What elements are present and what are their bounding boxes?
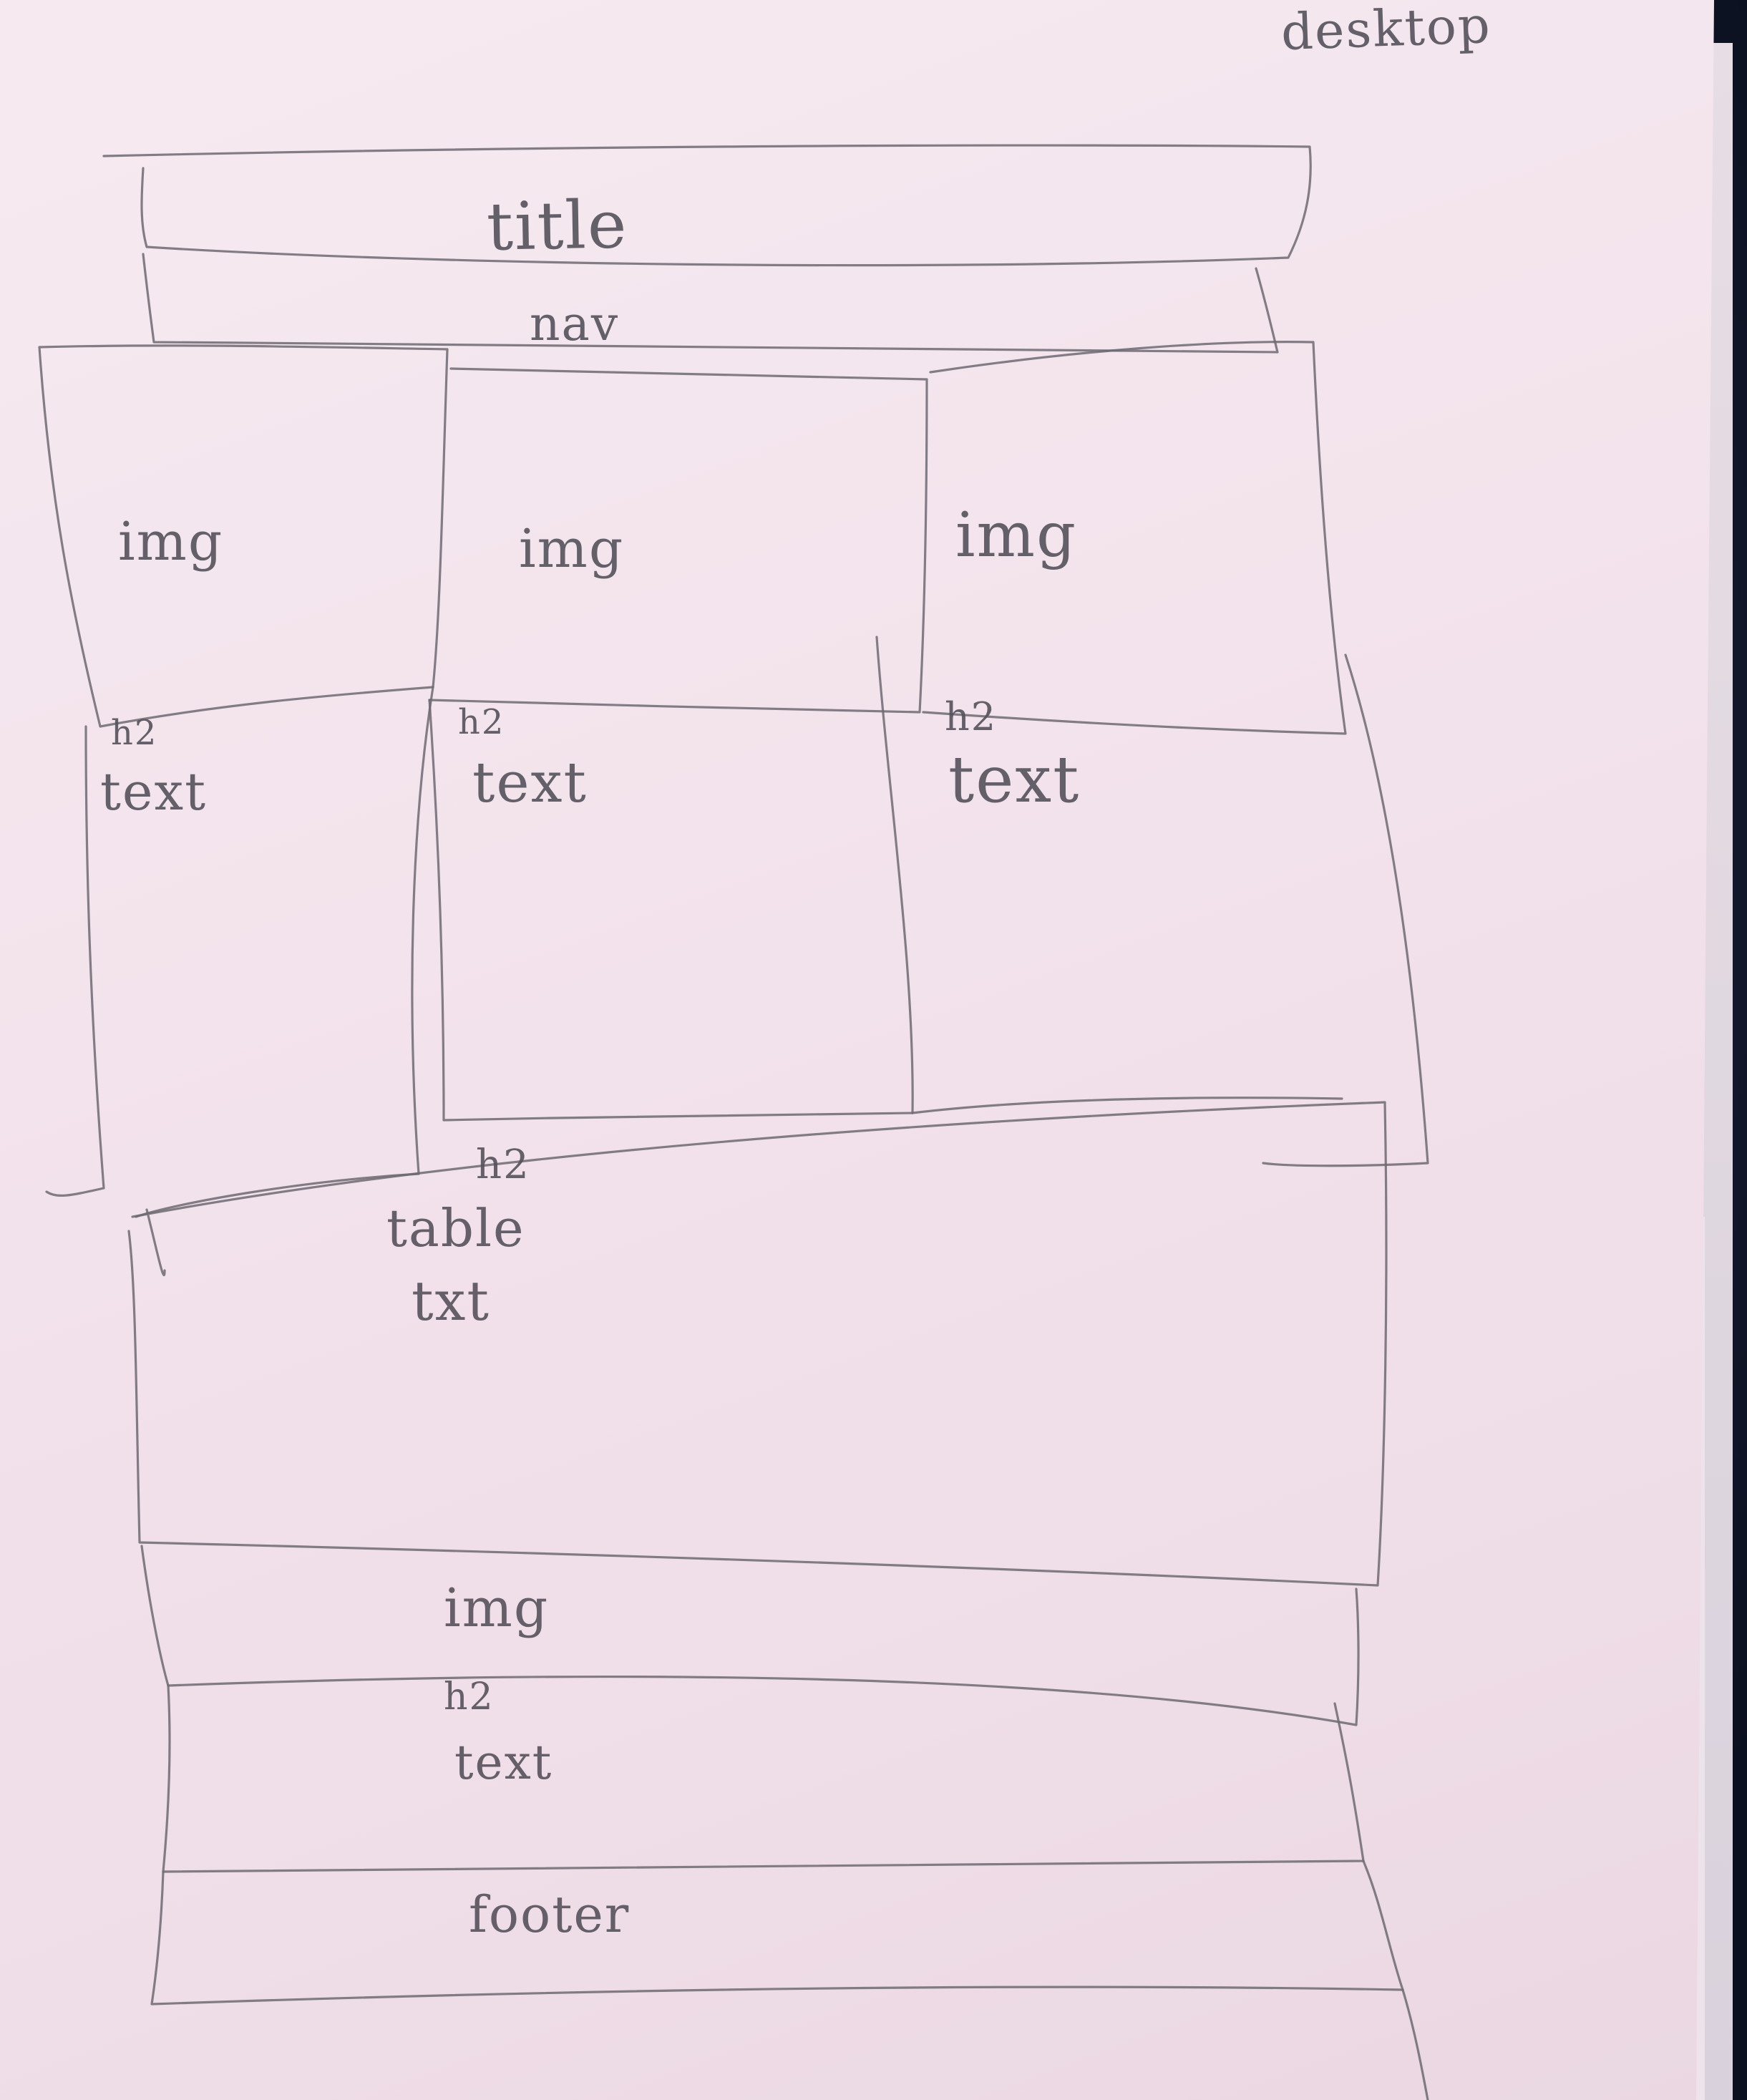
img-box-2 <box>429 369 927 712</box>
nav-box <box>143 254 1278 352</box>
footer-label: footer <box>469 1890 630 1940</box>
table-box <box>129 1102 1386 1585</box>
text-label-2: text <box>472 755 588 811</box>
h2-label-2: h2 <box>458 705 505 739</box>
h2-label-3: h2 <box>945 698 997 737</box>
photo-stage: desktop title nav img img img h2 text h2… <box>0 0 1747 2100</box>
img-label-3: img <box>955 505 1077 566</box>
h2-label-1: h2 <box>111 716 157 750</box>
img-label-1: img <box>118 515 223 568</box>
wireframe-sketch <box>0 0 1747 2100</box>
img-box-1 <box>39 346 447 726</box>
text-block-box <box>163 1686 1363 1872</box>
title-label: title <box>486 192 628 260</box>
table-label: table <box>386 1202 525 1254</box>
footer-underline <box>1403 1990 1428 2100</box>
nav-label: nav <box>530 301 619 348</box>
desktop-annotation: desktop <box>1280 0 1492 57</box>
txt-label: txt <box>412 1274 490 1328</box>
text-label-3: text <box>948 748 1080 812</box>
h2-label-5: h2 <box>444 1678 495 1716</box>
img-label-4: img <box>444 1582 549 1635</box>
text-label-1: text <box>100 766 207 817</box>
text-label-5: text <box>454 1739 553 1787</box>
title-box <box>104 145 1310 266</box>
img-banner-box <box>142 1546 1358 1725</box>
footer-box <box>152 1861 1403 2004</box>
img-label-2: img <box>519 522 624 575</box>
h2-label-4: h2 <box>476 1145 530 1185</box>
